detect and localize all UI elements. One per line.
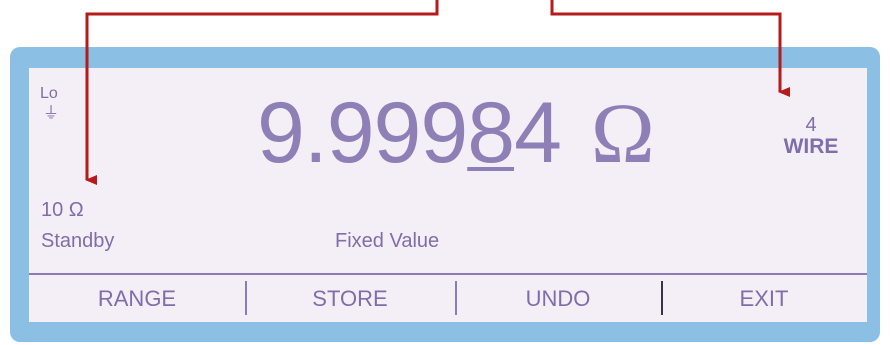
lcd-display: Lo ⏚ 9.99984 Ω 4 WIRE 10 Ω Standby Fixed …: [29, 68, 867, 322]
instrument-screenshot: Lo ⏚ 9.99984 Ω 4 WIRE 10 Ω Standby Fixed …: [0, 0, 890, 345]
store-softkey[interactable]: STORE: [245, 275, 455, 322]
exit-softkey[interactable]: EXIT: [661, 275, 867, 322]
ohm-unit: Ω: [590, 85, 655, 181]
ground-icon: ⏚: [43, 105, 60, 122]
softkey-bar: RANGE STORE UNDO EXIT: [29, 275, 867, 322]
wire-label: WIRE: [783, 135, 839, 158]
range-indicator: 10 Ω: [41, 199, 84, 221]
reading-digits-leading: 9.999: [257, 85, 468, 181]
undo-softkey[interactable]: UNDO: [455, 275, 661, 322]
wire-count: 4: [805, 114, 817, 136]
reading-digits-trailing: 4: [514, 85, 562, 181]
reading-cursor-digit: 8: [467, 85, 515, 181]
range-softkey[interactable]: RANGE: [29, 275, 245, 322]
wire-mode-indicator: 4 WIRE: [781, 114, 841, 158]
lo-terminal-label: Lo: [40, 85, 58, 102]
main-reading: 9.99984 Ω: [257, 90, 655, 176]
status-text: Standby: [41, 230, 115, 252]
mode-text: Fixed Value: [335, 230, 440, 252]
